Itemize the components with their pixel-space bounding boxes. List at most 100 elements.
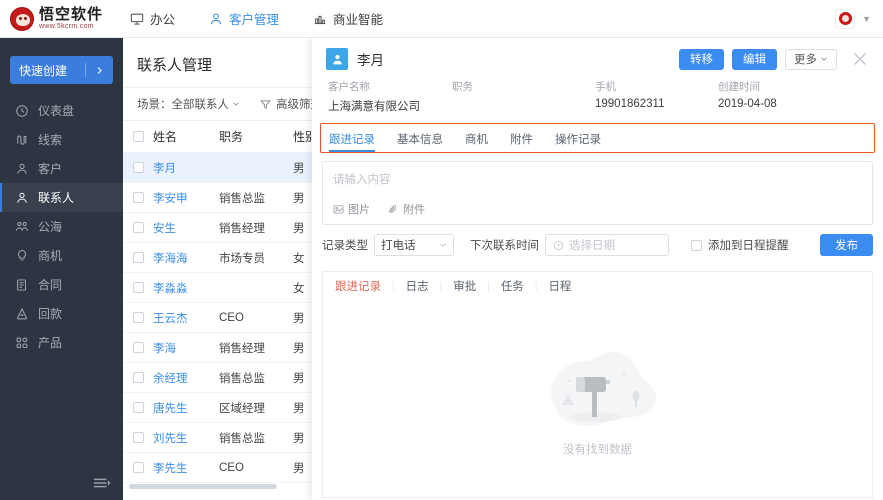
row-checkbox[interactable] [132,222,144,233]
row-checkbox[interactable] [132,402,144,413]
next-contact-date-input[interactable]: 选择日期 [545,234,669,256]
row-checkbox[interactable] [132,162,144,173]
scrollbar-thumb[interactable] [129,484,277,489]
field-create-time: 创建时间 2019-04-08 [718,79,838,114]
row-checkbox[interactable] [132,372,144,383]
row-select-cell [123,312,153,323]
tab-attachment[interactable]: 附件 [510,131,533,152]
contract-icon [15,278,29,292]
cell-name[interactable]: 王云杰 [153,310,219,326]
sidebar-item-contract[interactable]: 合同 [0,270,123,299]
table-row[interactable]: 王云杰 CEO 男 [123,303,328,333]
add-to-schedule-checkbox-group[interactable]: 添加到日程提醒 [691,237,789,253]
sidebar-item-payment[interactable]: 回款 [0,299,123,328]
subtab-approval[interactable]: 审批 [442,278,487,294]
tab-follow-records[interactable]: 跟进记录 [329,131,375,152]
table-row[interactable]: 李安申 销售总监 男 [123,183,328,213]
cell-name[interactable]: 余经理 [153,370,219,386]
table-row[interactable]: 李海海 市场专员 女 [123,243,328,273]
insert-image-button[interactable]: 图片 [333,201,370,217]
avatar-image [838,12,852,25]
contact-detail-panel: 李月 转移 编辑 更多 客户名称 上海满意有限公司 职务 手机 19901862… [312,38,883,500]
cell-name[interactable]: 李海 [153,340,219,356]
scene-select[interactable]: 场景：全部联系人 [137,96,240,112]
calendar-icon [553,240,564,251]
next-contact-date-placeholder: 选择日期 [569,240,615,252]
row-checkbox[interactable] [132,312,144,323]
app-logo[interactable]: 悟空软件 www.5kcrm.com [0,6,112,31]
nav-item-customer-management[interactable]: 客户管理 [209,0,279,38]
cell-name[interactable]: 李月 [153,160,219,176]
subtab-follow-records[interactable]: 跟进记录 [335,278,392,294]
sidebar-item-dashboard[interactable]: 仪表盘 [0,96,123,125]
field-customer-name: 客户名称 上海满意有限公司 [328,79,452,114]
chevron-down-icon[interactable]: ▼ [862,14,871,24]
add-to-schedule-checkbox[interactable] [691,239,702,251]
row-checkbox[interactable] [132,342,144,353]
publish-button[interactable]: 发布 [820,234,873,256]
tab-basic-info[interactable]: 基本信息 [397,131,443,152]
table-row[interactable]: 余经理 销售总监 男 [123,363,328,393]
table-row[interactable]: 刘先生 销售总监 男 [123,423,328,453]
row-checkbox[interactable] [132,282,144,293]
subtab-schedule[interactable]: 日程 [537,278,582,294]
quick-create-label: 快速创建 [19,63,68,78]
cell-name[interactable]: 李安申 [153,190,219,206]
sidebar-item-dashboard-label: 仪表盘 [38,104,75,118]
table-row[interactable]: 唐先生 区域经理 男 [123,393,328,423]
sidebar-item-opportunity-label: 商机 [38,249,63,263]
row-checkbox[interactable] [132,462,144,473]
table-row[interactable]: 李先生 CEO 男 [123,453,328,483]
tab-opportunity[interactable]: 商机 [465,131,488,152]
transfer-button[interactable]: 转移 [679,48,724,70]
empty-state: 没有找到数据 [322,300,873,498]
subtab-log[interactable]: 日志 [395,278,440,294]
cell-name[interactable]: 安生 [153,220,219,236]
cell-job: 区域经理 [219,402,265,415]
chevron-down-icon [232,100,240,108]
row-checkbox[interactable] [132,432,144,443]
table-row[interactable]: 安生 销售经理 男 [123,213,328,243]
table-row[interactable]: 李月 男 [123,153,328,183]
sidebar-item-product[interactable]: 产品 [0,328,123,357]
page-title: 联系人管理 [123,38,328,87]
table-row[interactable]: 李淼淼 女 [123,273,328,303]
insert-image-label: 图片 [348,204,370,216]
cell-name[interactable]: 李海海 [153,250,219,266]
tab-operation-log[interactable]: 操作记录 [555,131,601,152]
sidebar-item-pool[interactable]: 公海 [0,212,123,241]
sidebar-item-customer-label: 客户 [38,162,63,176]
horizontal-scrollbar[interactable] [123,483,328,489]
list-footer [123,489,328,500]
compose-textarea[interactable]: 请输入内容 [323,162,872,201]
edit-button[interactable]: 编辑 [732,48,777,70]
select-all-cell [123,131,153,142]
sidebar-item-opportunity[interactable]: 商机 [0,241,123,270]
sidebar-item-customer[interactable]: 客户 [0,154,123,183]
table-row[interactable]: 李海 销售经理 男 [123,333,328,363]
cell-name[interactable]: 刘先生 [153,430,219,446]
cell-name[interactable]: 李淼淼 [153,280,219,296]
insert-attachment-button[interactable]: 附件 [388,201,425,217]
collapse-sidebar-icon[interactable] [93,476,111,490]
select-all-checkbox[interactable] [132,131,144,142]
column-header-name[interactable]: 姓名 [153,128,219,145]
row-checkbox[interactable] [132,192,144,203]
column-header-job[interactable]: 职务 [219,128,293,145]
more-button[interactable]: 更多 [785,48,837,70]
row-select-cell [123,282,153,293]
nav-item-business-intelligence[interactable]: 商业智能 [313,0,383,38]
close-icon[interactable] [851,50,869,68]
sidebar-item-contact[interactable]: 联系人 [0,183,123,212]
record-type-select[interactable]: 打电话 [374,234,454,256]
cell-name[interactable]: 唐先生 [153,400,219,416]
quick-create-button[interactable]: 快速创建 [10,56,113,84]
nav-item-office[interactable]: 办公 [130,0,175,38]
cell-job: CEO [219,461,244,474]
sidebar-item-lead[interactable]: 线索 [0,125,123,154]
avatar[interactable] [835,8,856,29]
row-checkbox[interactable] [132,252,144,263]
subtab-task[interactable]: 任务 [490,278,535,294]
cell-name[interactable]: 李先生 [153,460,219,476]
sidebar-item-lead-label: 线索 [38,133,63,147]
